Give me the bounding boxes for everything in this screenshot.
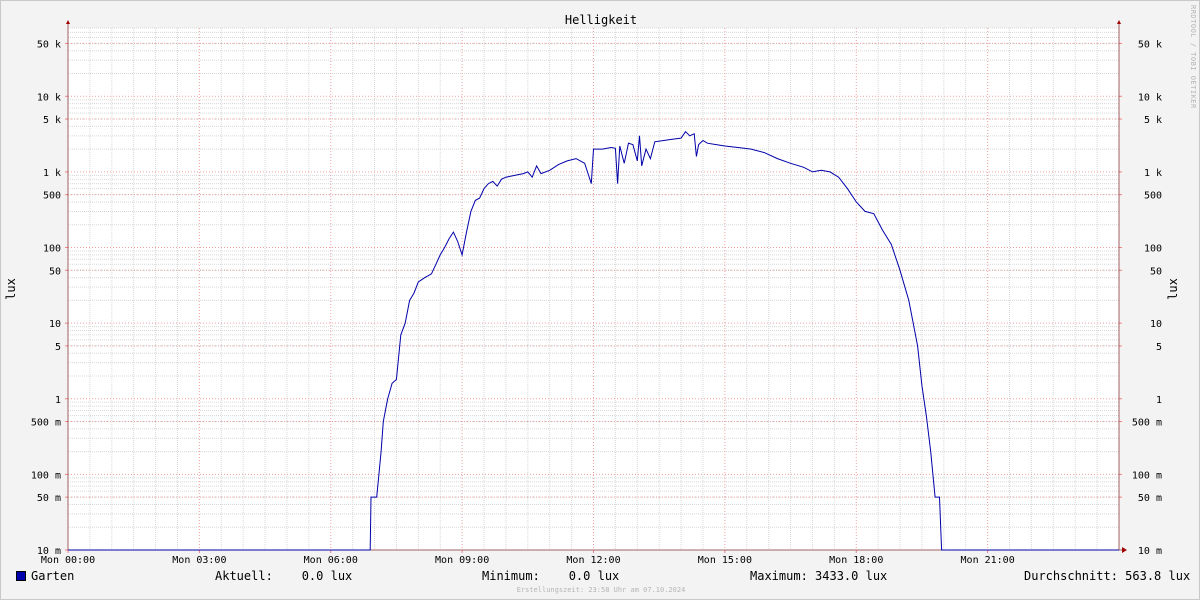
y-axis-arrow-left [66,20,70,24]
x-tick-label: Mon 12:00 [566,555,620,566]
y-tick-label-left: 100 m [31,470,61,481]
y-tick-label-right: 50 k [1138,39,1162,50]
y-axis-arrow-right [1117,20,1121,24]
creation-time-footer: Erstellungszeit: 23:58 Uhr am 07.10.2024 [516,586,686,594]
y-tick-label-right: 500 m [1132,418,1162,429]
watermark: RRDTOOL / TOBI OETIKER [1189,5,1197,109]
x-axis-arrow [1122,547,1127,553]
y-tick-label-right: 5 k [1144,115,1162,126]
x-tick-label: Mon 09:00 [435,555,489,566]
y-tick-label-right: 10 k [1138,92,1162,103]
y-tick-label-right: 1 [1156,395,1162,406]
y-tick-label-left: 10 k [37,92,61,103]
y-tick-label-left: 5 [55,342,61,353]
y-tick-label-left: 100 [43,244,61,255]
y-tick-label-right: 10 m [1138,546,1162,557]
y-tick-label-left: 50 k [37,39,61,50]
y-tick-label-right: 50 m [1138,493,1162,504]
chart-frame: 50 k 50 k 10 k 10 k 5 k 5 k 1 k 1 k 500 500 100 100… [0,0,1200,600]
legend-maximum: Maximum: 3433.0 lux [750,569,888,583]
legend-current: Aktuell: 0.0 lux [215,569,353,583]
x-tick-label: Mon 18:00 [829,555,883,566]
y-axis-label-left: lux [4,278,18,300]
y-tick-label-right: 100 [1144,244,1162,255]
y-tick-label-left: 1 k [43,168,61,179]
legend-average: Durchschnitt: 563.8 lux [1024,569,1191,583]
y-tick-label-right: 500 [1144,191,1162,202]
x-tick-label: Mon 15:00 [698,555,752,566]
y-tick-label-right: 5 [1156,342,1162,353]
y-tick-label-left: 500 [43,191,61,202]
helligkeit-chart: 50 k 50 k 10 k 10 k 5 k 5 k 1 k 1 k 500 500 100 100… [4,13,1180,566]
legend-row: Garten Aktuell: 0.0 lux Minimum: 0.0 lux… [1,569,1200,585]
x-tick-label: Mon 06:00 [304,555,358,566]
x-tick-label: Mon 03:00 [172,555,226,566]
y-tick-label-left: 50 m [37,493,61,504]
chart-title: Helligkeit [565,13,637,27]
legend-minimum: Minimum: 0.0 lux [482,569,620,583]
y-tick-label-left: 1 [55,395,61,406]
y-tick-label-right: 10 [1150,319,1162,330]
x-tick-label: Mon 21:00 [961,555,1015,566]
y-tick-label-left: 10 [49,319,61,330]
y-axis-label-right: lux [1166,278,1180,300]
x-tick-label: Mon 00:00 [41,555,95,566]
y-tick-label-right: 50 [1150,266,1162,277]
y-tick-label-left: 500 m [31,418,61,429]
y-tick-label-right: 1 k [1144,168,1162,179]
y-tick-label-right: 100 m [1132,470,1162,481]
legend-series-name: Garten [31,569,75,583]
y-tick-label-left: 5 k [43,115,61,126]
y-tick-label-left: 50 [49,266,61,277]
